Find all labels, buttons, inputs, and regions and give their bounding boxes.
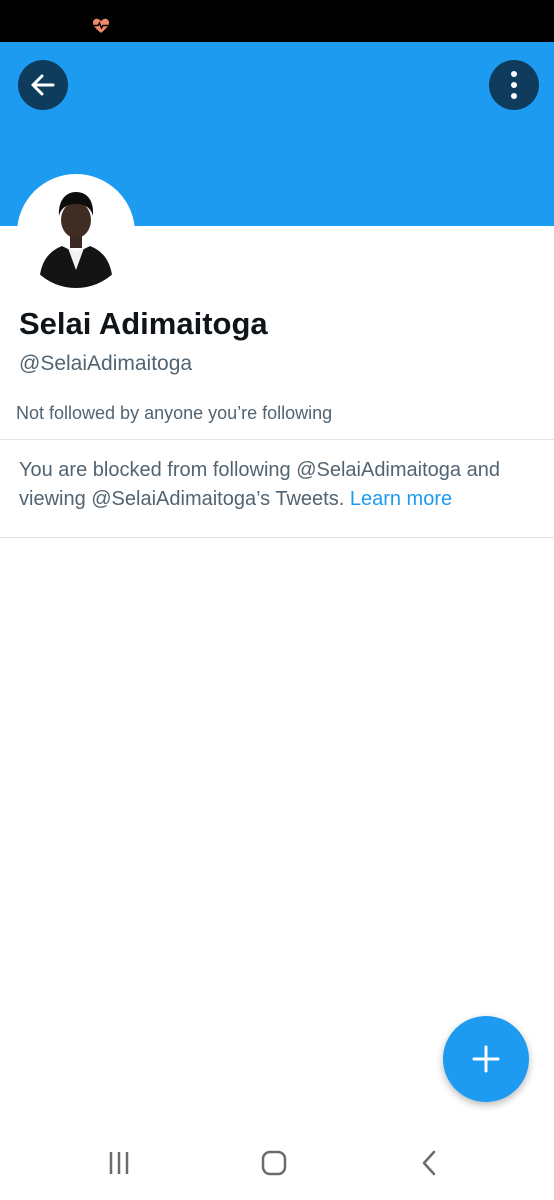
divider	[0, 537, 554, 538]
status-bar	[0, 0, 554, 42]
system-navigation-bar	[0, 1125, 554, 1200]
arrow-left-icon	[31, 74, 55, 96]
back-button[interactable]	[18, 60, 68, 110]
profile-photo	[21, 178, 131, 288]
compose-tweet-button[interactable]	[443, 1016, 529, 1102]
recents-button[interactable]	[99, 1143, 139, 1183]
more-vertical-icon	[511, 71, 517, 99]
divider	[0, 439, 554, 440]
recents-icon	[109, 1152, 129, 1174]
followers-you-know-text: Not followed by anyone you’re following	[16, 403, 333, 423]
learn-more-link[interactable]: Learn more	[350, 488, 452, 510]
profile-handle: @SelaiAdimaitoga	[19, 352, 193, 375]
system-back-button[interactable]	[409, 1143, 449, 1183]
back-chevron-icon	[422, 1150, 436, 1176]
avatar[interactable]	[17, 174, 135, 292]
profile-display-name: Selai Adimaitoga	[19, 306, 268, 341]
plus-icon	[472, 1045, 500, 1073]
heart-pulse-icon	[93, 18, 109, 33]
home-button[interactable]	[254, 1143, 294, 1183]
blocked-notice: You are blocked from following @SelaiAdi…	[19, 456, 539, 514]
more-options-button[interactable]	[489, 60, 539, 110]
home-icon	[261, 1150, 287, 1176]
